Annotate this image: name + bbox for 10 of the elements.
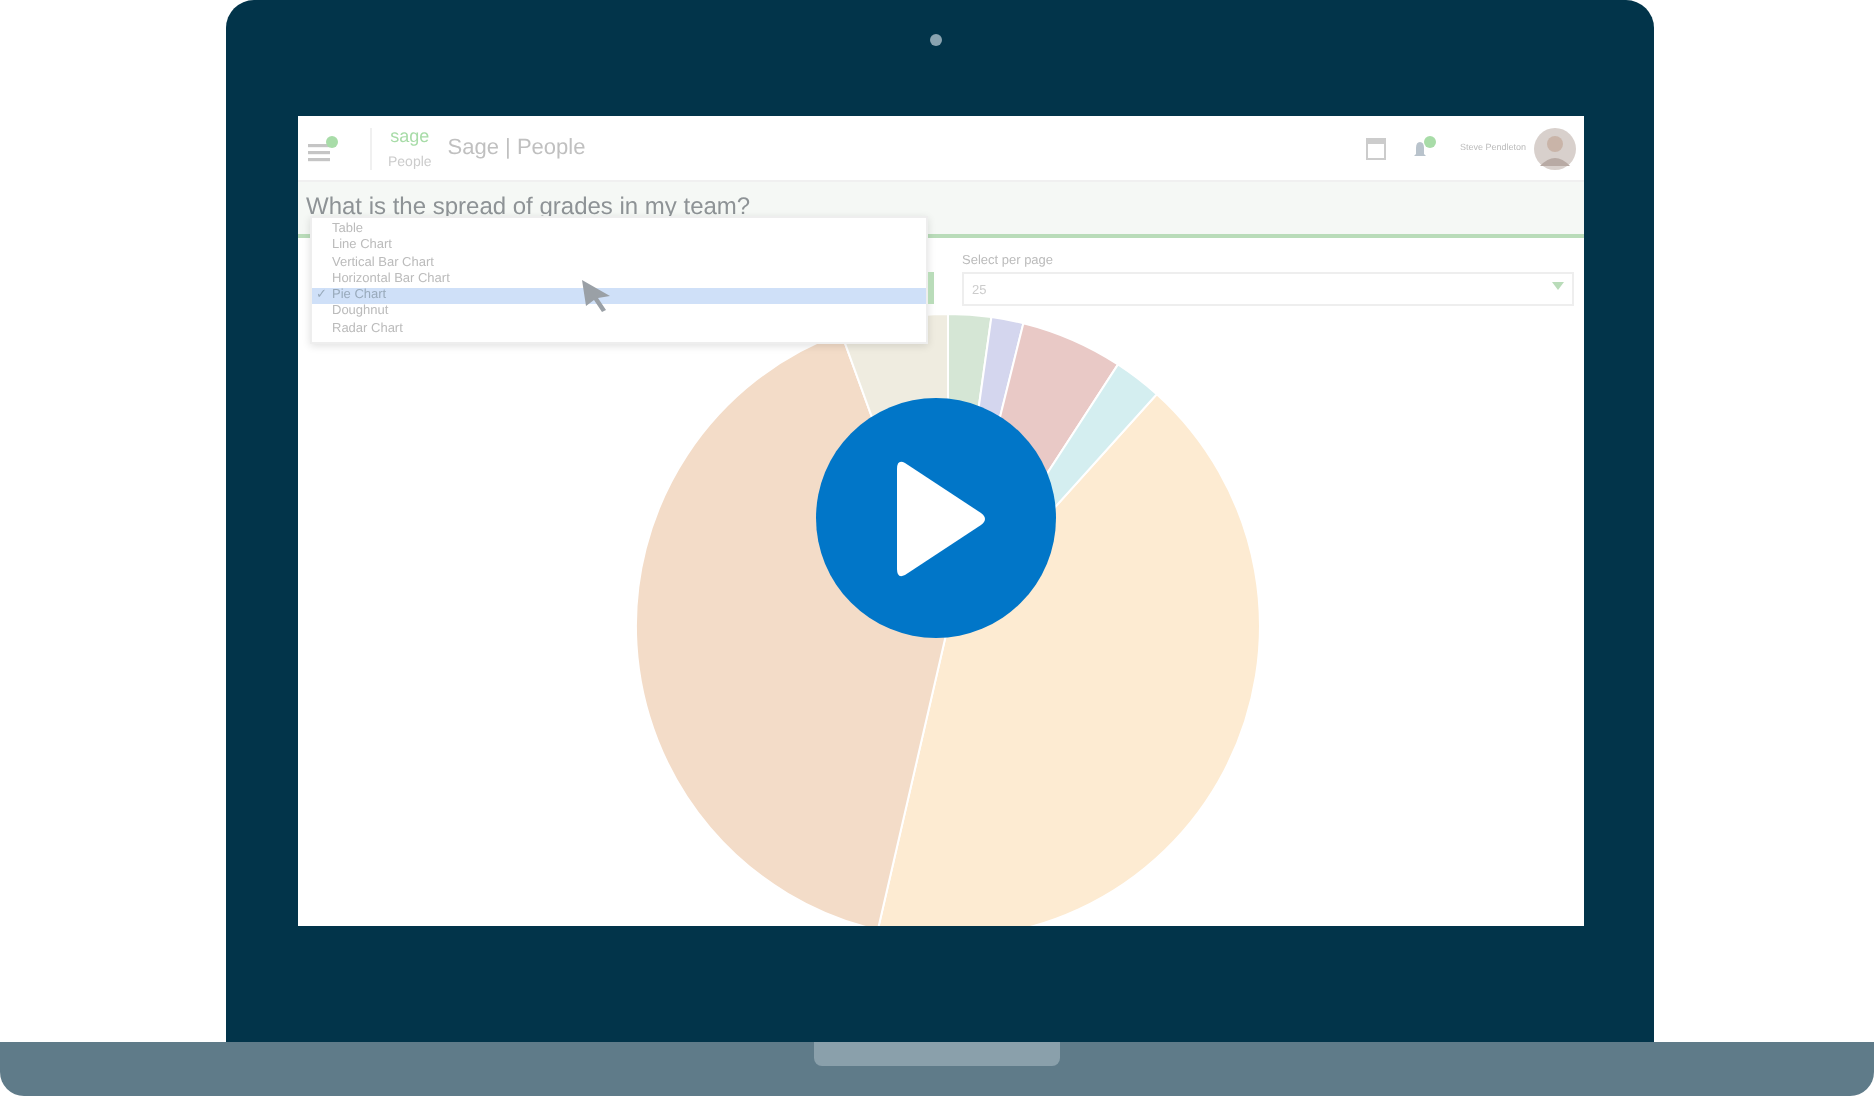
- cursor-icon: [582, 280, 614, 312]
- play-icon: [896, 459, 990, 577]
- logo-text: sage: [390, 127, 430, 145]
- avatar[interactable]: [1534, 127, 1576, 169]
- scroll-thumb[interactable]: [928, 272, 934, 304]
- bell-icon[interactable]: [1411, 136, 1440, 160]
- calendar-icon[interactable]: [1365, 137, 1386, 159]
- menu-icon[interactable]: [306, 136, 342, 164]
- caret-icon: [1552, 282, 1564, 290]
- app-title: Sage | People: [447, 133, 586, 164]
